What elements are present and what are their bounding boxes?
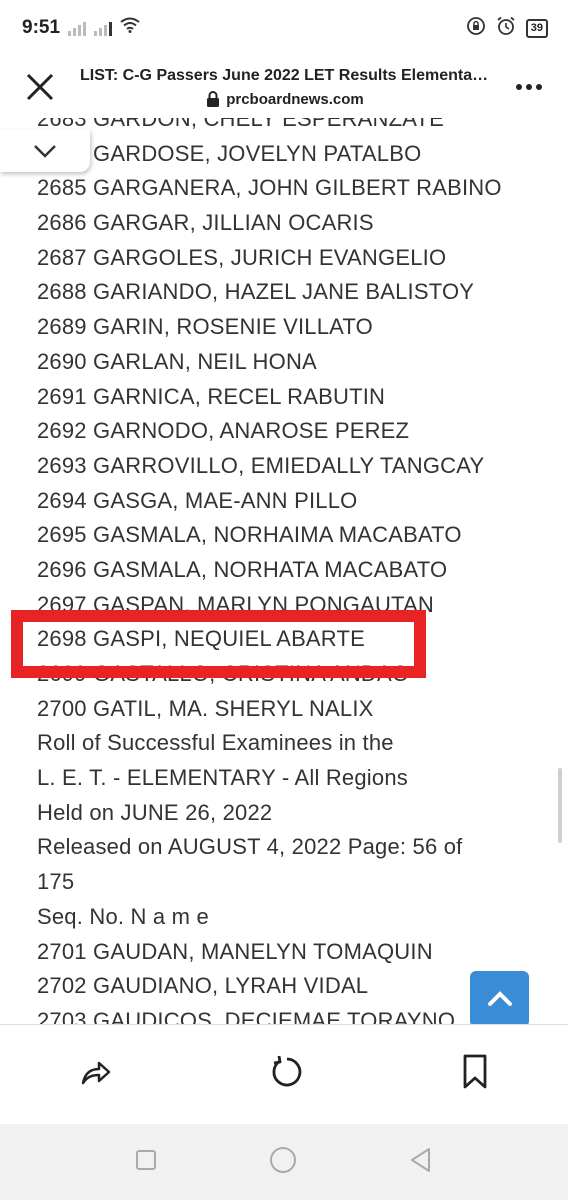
chevron-down-icon [34, 145, 56, 158]
signal-icon-2 [94, 20, 113, 36]
list-item: 2702 GAUDIANO, LYRAH VIDAL [37, 973, 369, 999]
status-time: 9:51 [22, 17, 61, 38]
browser-header: LIST: C-G Passers June 2022 LET Results … [0, 56, 568, 118]
close-button[interactable] [0, 56, 80, 118]
list-text: 175 [37, 869, 75, 895]
square-icon [136, 1149, 157, 1170]
status-left: 9:51 [22, 17, 140, 39]
more-dot-icon [516, 84, 522, 90]
list-item: 2691 GARNICA, RECEL RABUTIN [37, 383, 386, 409]
domain-text: prcboardnews.com [226, 90, 364, 108]
refresh-button[interactable] [270, 1055, 304, 1094]
list-text: L. E. T. - ELEMENTARY - All Regions [37, 765, 408, 791]
title-block: LIST: C-G Passers June 2022 LET Results … [80, 67, 490, 108]
list-item: 2695 GASMALA, NORHAIMA MACABATO [37, 522, 462, 548]
home-button[interactable] [268, 1145, 298, 1180]
highlight-annotation [11, 610, 426, 678]
scrollbar[interactable] [558, 768, 562, 843]
circle-icon [269, 1146, 296, 1173]
list-item: 2688 GARIANDO, HAZEL JANE BALISTOY [37, 279, 475, 305]
list-item: 2689 GARIN, ROSENIE VILLATO [37, 314, 373, 340]
more-options-button[interactable] [490, 56, 568, 118]
lock-icon [207, 91, 220, 107]
chevron-up-icon [487, 991, 512, 1006]
refresh-icon [272, 1055, 302, 1087]
list-item: 2686 GARGAR, JILLIAN OCARIS [37, 210, 374, 236]
page-title: LIST: C-G Passers June 2022 LET Results … [80, 66, 490, 84]
back-button[interactable] [409, 1147, 433, 1178]
list-item: 2685 GARGANERA, JOHN GILBERT RABINO [37, 175, 502, 201]
page-content[interactable]: 2683 GARDON, CHELY ESPERANZATE 2684 GARD… [0, 118, 568, 1024]
more-dot-icon [526, 84, 532, 90]
battery-icon: 39 [525, 18, 548, 38]
list-item: 2696 GASMALA, NORHATA MACABATO [37, 556, 448, 582]
domain-row: prcboardnews.com [80, 91, 490, 108]
bottom-toolbar [0, 1024, 568, 1124]
collapse-toolbar-button[interactable] [0, 130, 90, 172]
list-text: Held on JUNE 26, 2022 [37, 799, 273, 825]
status-right: 39 [466, 16, 548, 41]
scroll-to-top-button[interactable] [470, 971, 529, 1024]
examinee-list: 2683 GARDON, CHELY ESPERANZATE 2684 GARD… [37, 118, 502, 1024]
list-text: Roll of Successful Examinees in the [37, 730, 394, 756]
bookmark-button[interactable] [461, 1054, 489, 1095]
list-text: Seq. No. N a m e [37, 903, 209, 929]
status-bar: 9:51 39 [0, 0, 568, 56]
alarm-icon [496, 16, 516, 41]
list-item: 2692 GARNODO, ANAROSE PEREZ [37, 418, 410, 444]
list-item: 2690 GARLAN, NEIL HONA [37, 348, 317, 374]
list-item: 2687 GARGOLES, JURICH EVANGELIO [37, 244, 447, 270]
wifi-icon [120, 17, 140, 39]
recents-button[interactable] [135, 1149, 157, 1176]
signal-icon [68, 20, 87, 36]
list-item: 2684 GARDOSE, JOVELYN PATALBO [37, 140, 422, 166]
list-item: 2694 GASGA, MAE-ANN PILLO [37, 487, 358, 513]
list-item: 2683 GARDON, CHELY ESPERANZATE [37, 118, 445, 131]
back-triangle-icon [410, 1147, 430, 1172]
share-icon [81, 1061, 110, 1085]
system-navigation-bar [0, 1124, 568, 1200]
list-item: 2703 GAUDICOS, DECIEMAE TORAYNO [37, 1007, 456, 1024]
bookmark-icon [463, 1054, 487, 1089]
lock-rotation-icon [466, 16, 486, 41]
close-icon [26, 73, 54, 101]
list-item: 2701 GAUDAN, MANELYN TOMAQUIN [37, 938, 433, 964]
share-button[interactable] [79, 1055, 113, 1094]
list-text: Released on AUGUST 4, 2022 Page: 56 of [37, 834, 463, 860]
list-item: 2693 GARROVILLO, EMIEDALLY TANGCAY [37, 452, 485, 478]
list-item: 2700 GATIL, MA. SHERYL NALIX [37, 695, 374, 721]
more-dot-icon [536, 84, 542, 90]
